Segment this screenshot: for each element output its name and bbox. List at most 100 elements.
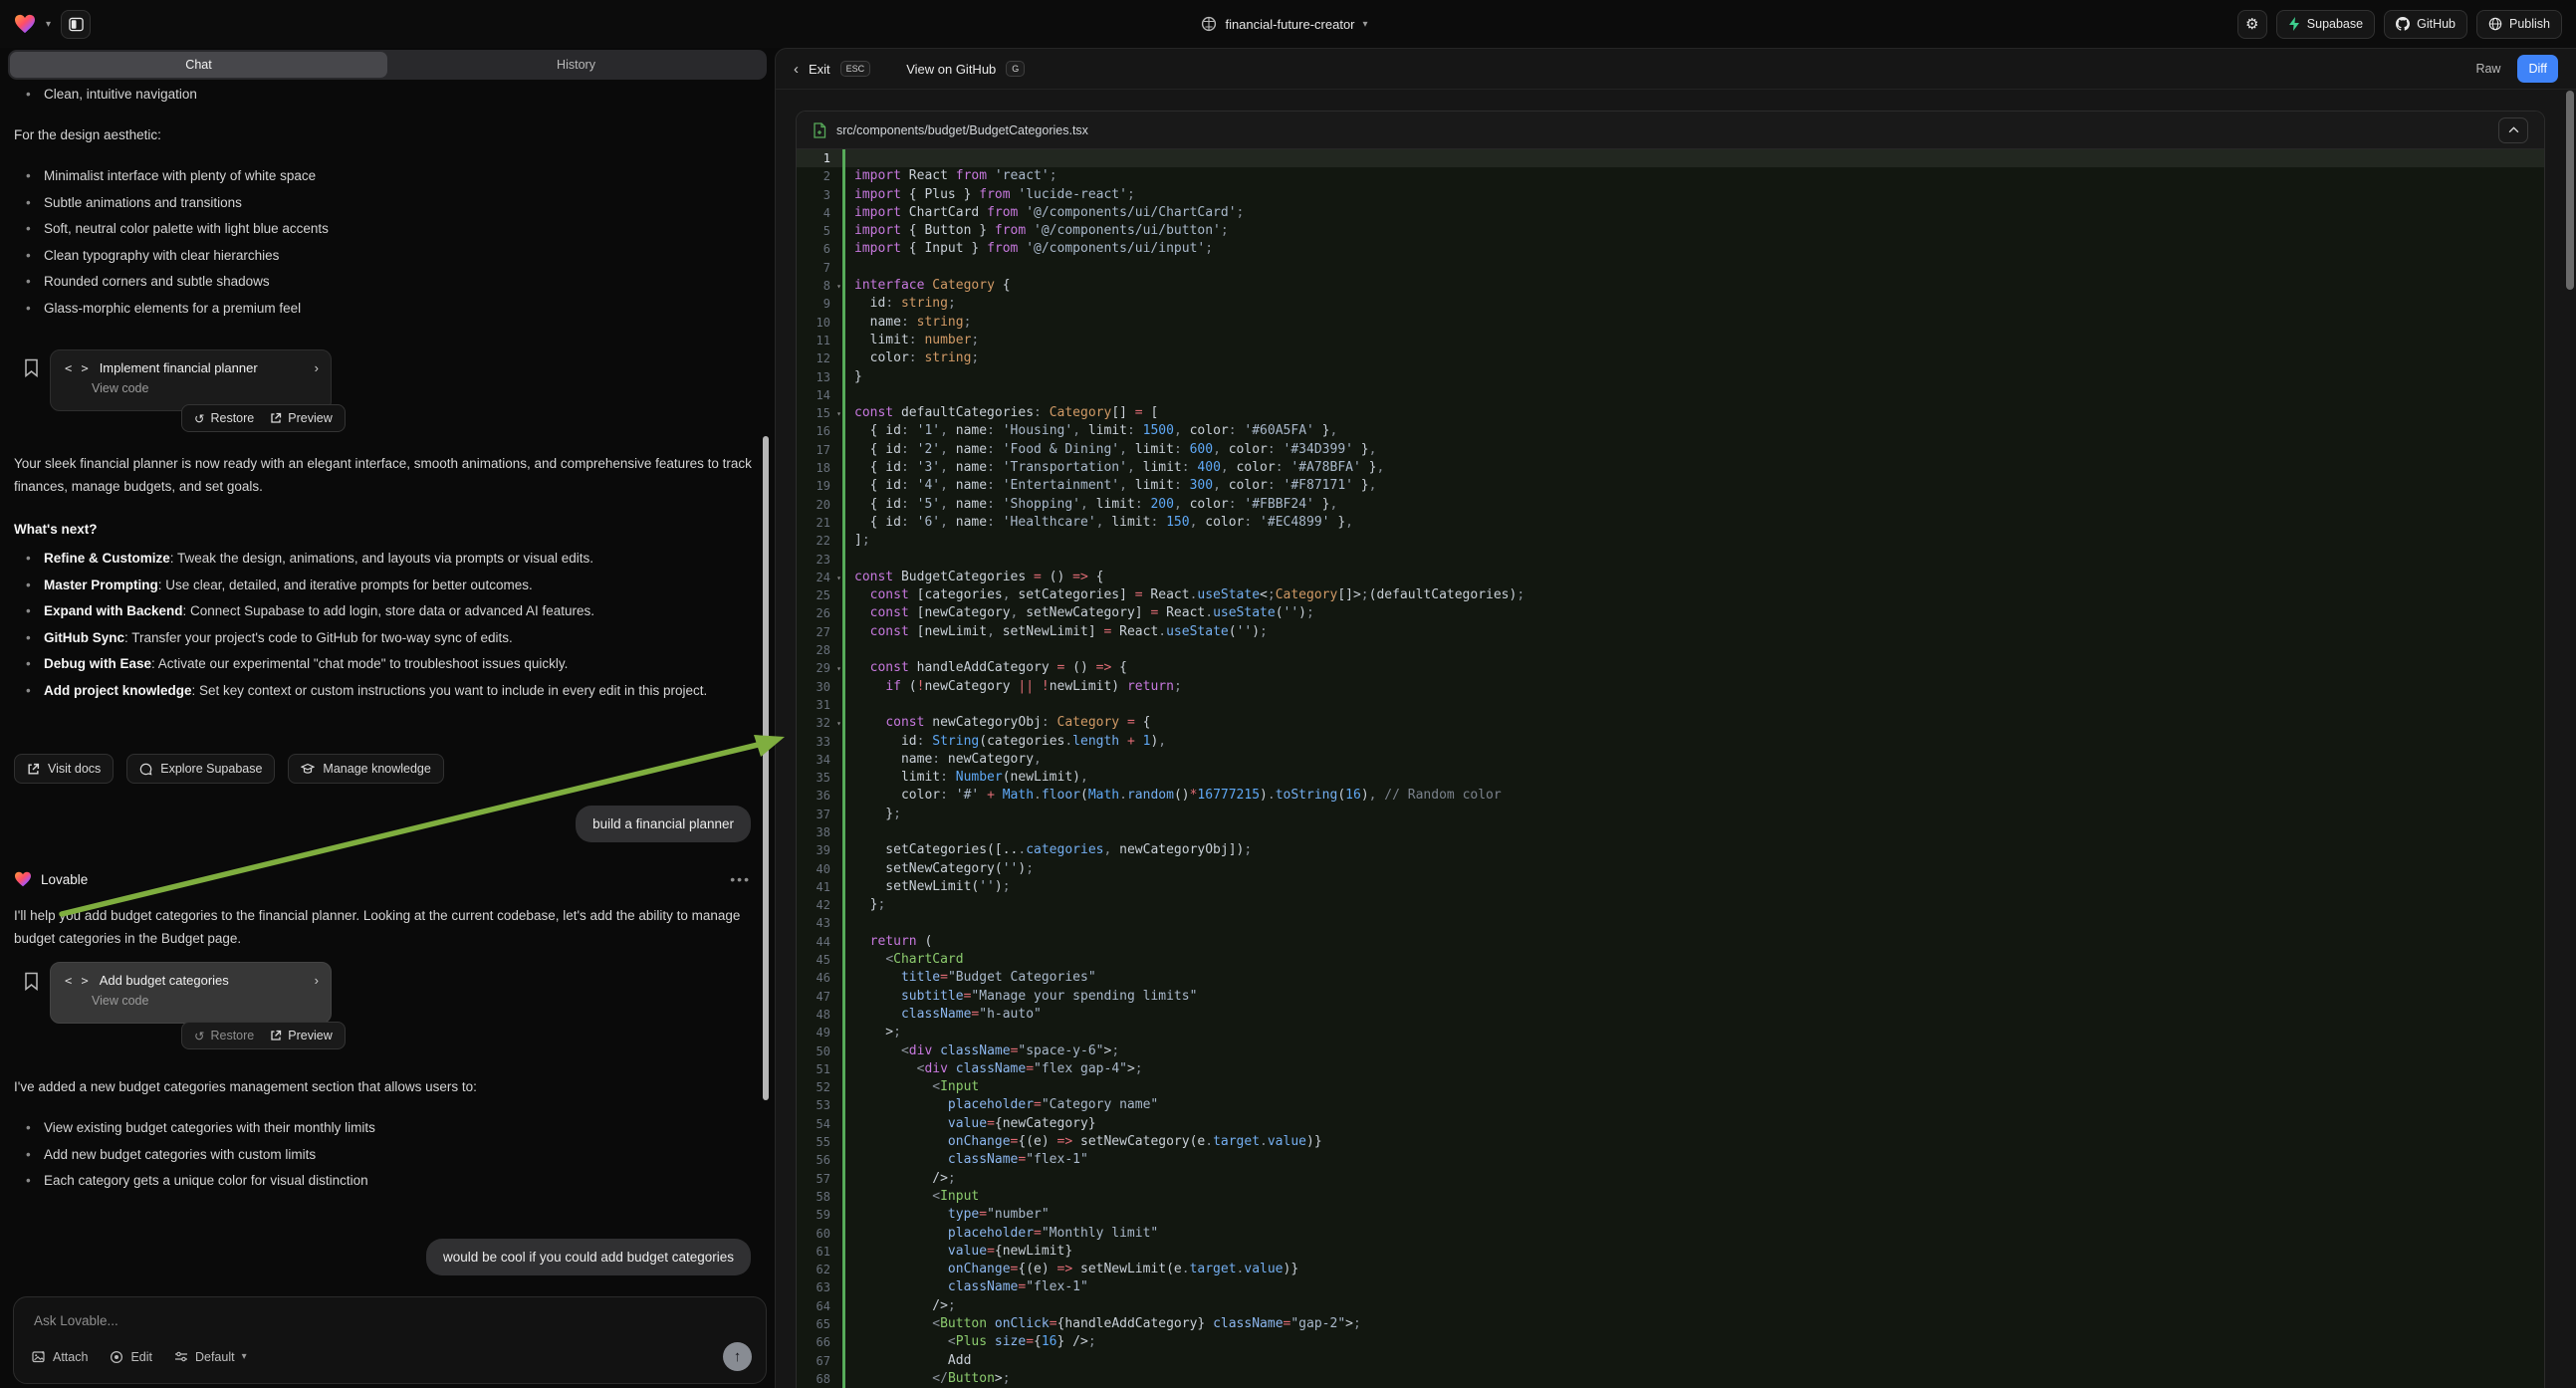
whats-next-heading: What's next? (14, 518, 97, 541)
suggestion-chips: Visit docs Explore Supabase Manage knowl… (14, 754, 444, 784)
code-icon: < > (65, 361, 90, 375)
fold-chevron-icon[interactable]: ▾ (836, 405, 841, 423)
scrolled-bullet-list: Clean, intuitive navigation (14, 82, 755, 109)
diff-toggle-button[interactable]: Diff (2517, 55, 2558, 83)
view-code-link[interactable]: View code (51, 375, 331, 395)
code-scrollbar[interactable] (2566, 91, 2574, 290)
code-line: 28 (797, 641, 2544, 659)
edit-card-implement-planner[interactable]: < > Implement financial planner › View c… (50, 349, 332, 411)
view-code-link[interactable]: View code (51, 988, 331, 1008)
graduation-cap-icon (301, 763, 315, 776)
external-link-icon (270, 1030, 282, 1041)
globe-icon (2488, 17, 2502, 31)
code-line: 61 value={newLimit} (797, 1243, 2544, 1261)
list-item: Debug with Ease: Activate our experiment… (14, 651, 756, 678)
project-icon (1201, 16, 1217, 32)
project-switcher[interactable]: financial-future-creator ▾ (1036, 0, 1533, 48)
manage-knowledge-button[interactable]: Manage knowledge (288, 754, 443, 784)
code-line: 38 (797, 823, 2544, 841)
fold-chevron-icon[interactable]: ▾ (836, 570, 841, 587)
edit-mode-button[interactable]: Edit (110, 1350, 152, 1364)
list-item: Add project knowledge: Set key context o… (14, 678, 756, 705)
gear-icon: ⚙ (2245, 15, 2258, 33)
list-item: Expand with Backend: Connect Supabase to… (14, 598, 756, 625)
code-line: 62 onChange={(e) => setNewLimit(e.target… (797, 1261, 2544, 1278)
list-item: Clean typography with clear hierarchies (14, 243, 755, 270)
file-path: src/components/budget/BudgetCategories.t… (836, 123, 1088, 137)
code-line: 58 <Input (797, 1188, 2544, 1206)
chat-input[interactable] (34, 1313, 746, 1328)
fold-chevron-icon[interactable]: ▾ (836, 715, 841, 733)
code-icon: < > (65, 974, 90, 988)
supabase-bolt-icon (2288, 17, 2300, 31)
settings-button[interactable]: ⚙ (2237, 10, 2267, 39)
list-item: Add new budget categories with custom li… (14, 1142, 756, 1169)
github-button[interactable]: GitHub (2384, 10, 2467, 39)
code-line: 18 { id: '3', name: 'Transportation', li… (797, 459, 2544, 477)
publish-button[interactable]: Publish (2476, 10, 2562, 39)
code-line: 66 <Plus size={16} />; (797, 1333, 2544, 1351)
preview-button[interactable]: Preview (270, 1029, 332, 1042)
code-line: 4import ChartCard from '@/components/ui/… (797, 204, 2544, 222)
code-line: 15▾const defaultCategories: Category[] =… (797, 404, 2544, 422)
attach-button[interactable]: Attach (32, 1350, 88, 1364)
added-paragraph: I've added a new budget categories manag… (14, 1075, 759, 1098)
code-line: 10 name: string; (797, 314, 2544, 332)
message-menu-button[interactable]: ••• (730, 871, 751, 887)
code-line: 19 { id: '4', name: 'Entertainment', lim… (797, 477, 2544, 495)
code-line: 22]; (797, 532, 2544, 550)
code-line: 37 }; (797, 806, 2544, 823)
raw-toggle-button[interactable]: Raw (2464, 55, 2511, 83)
logo-menu-chevron-icon[interactable]: ▾ (46, 19, 51, 30)
supabase-button[interactable]: Supabase (2276, 10, 2375, 39)
code-line: 45 <ChartCard (797, 951, 2544, 969)
back-chevron-icon[interactable]: ‹ (794, 61, 799, 78)
code-line: 42 }; (797, 896, 2544, 914)
bookmark-icon[interactable] (24, 358, 39, 377)
code-line: 39 setCategories([...categories, newCate… (797, 841, 2544, 859)
code-line: 40 setNewCategory(''); (797, 860, 2544, 878)
chat-scrollbar[interactable] (763, 436, 769, 1100)
code-line: 67 Add (797, 1352, 2544, 1370)
chat-history-tabs: Chat History (8, 50, 767, 80)
explore-supabase-button[interactable]: Explore Supabase (126, 754, 275, 784)
exit-button[interactable]: Exit (809, 62, 830, 77)
send-button[interactable]: ↑ (723, 1342, 752, 1371)
code-line: 49 >; (797, 1024, 2544, 1041)
collapse-file-button[interactable] (2498, 117, 2528, 143)
model-selector[interactable]: Default ▾ (174, 1350, 247, 1364)
visit-docs-button[interactable]: Visit docs (14, 754, 114, 784)
code-line: 53 placeholder="Category name" (797, 1096, 2544, 1114)
code-line: 25 const [categories, setCategories] = R… (797, 586, 2544, 604)
edit-card-add-budget-categories[interactable]: < > Add budget categories › View code (50, 962, 332, 1024)
tab-chat[interactable]: Chat (10, 52, 387, 78)
view-on-github-link[interactable]: View on GitHub (906, 62, 996, 77)
list-item: Each category gets a unique color for vi… (14, 1168, 756, 1195)
code-line: 41 setNewLimit(''); (797, 878, 2544, 896)
list-item: Clean, intuitive navigation (14, 82, 755, 109)
lovable-heart-icon (14, 871, 32, 887)
code-line: 50 <div className="space-y-6">; (797, 1042, 2544, 1060)
g-kbd-badge: G (1006, 61, 1025, 77)
lovable-logo-icon (14, 14, 36, 34)
list-item: Refine & Customize: Tweak the design, an… (14, 546, 756, 573)
fold-chevron-icon[interactable]: ▾ (836, 278, 841, 296)
restore-button[interactable]: ↺ Restore (194, 411, 254, 426)
restore-button[interactable]: ↺ Restore (194, 1029, 254, 1043)
tab-history[interactable]: History (387, 52, 765, 78)
list-item: Master Prompting: Use clear, detailed, a… (14, 573, 756, 599)
code-line: 52 <Input (797, 1078, 2544, 1096)
code-line: 57 />; (797, 1170, 2544, 1188)
code-line: 68 </Button>; (797, 1370, 2544, 1388)
bookmark-icon[interactable] (24, 972, 39, 991)
code-line: 64 />; (797, 1297, 2544, 1315)
code-line: 3import { Plus } from 'lucide-react'; (797, 186, 2544, 204)
preview-button[interactable]: Preview (270, 411, 332, 425)
restore-preview-pill: ↺ Restore Preview (181, 1022, 346, 1049)
sidebar-toggle-button[interactable] (61, 10, 91, 39)
github-icon (2396, 17, 2410, 31)
code-editor[interactable]: 12import React from 'react';3import { Pl… (797, 149, 2544, 1388)
fold-chevron-icon[interactable]: ▾ (836, 660, 841, 678)
code-line: 14 (797, 386, 2544, 404)
code-line: 9 id: string; (797, 295, 2544, 313)
